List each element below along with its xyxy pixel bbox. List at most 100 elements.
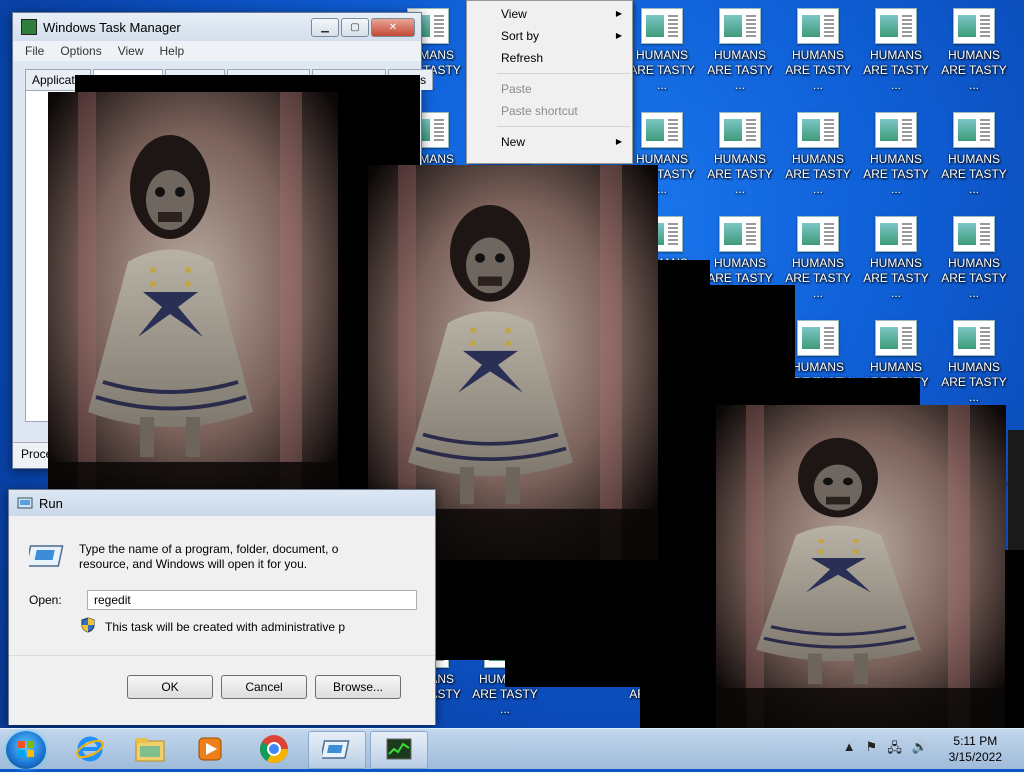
desktop-icon-humans-are-tasty[interactable]: HUMANSARE TASTY ... (780, 104, 856, 204)
desktop-icon-humans-are-tasty[interactable]: HUMANSARE TASTY ... (702, 104, 778, 204)
menu-item-paste[interactable]: Paste (467, 78, 632, 100)
maximize-button[interactable]: ▢ (341, 17, 369, 37)
show-hidden-icons[interactable]: ▲ (843, 739, 856, 761)
desktop-icon-label-line1: HUMANS (947, 48, 1000, 62)
desktop-icon-label-line1: HUMANS (869, 360, 922, 374)
task-manager-menubar: File Options View Help (13, 41, 421, 61)
clock-date: 3/15/2022 (948, 750, 1002, 764)
desktop-icon-label-line2: ARE TASTY ... (707, 167, 773, 196)
desktop-icon-label-line2: ARE TASTY ... (785, 167, 851, 196)
system-tray: ▲ ⚑ 🖧 🔊 (843, 739, 928, 761)
menu-separator (497, 126, 630, 127)
menu-item-paste-label: Paste (501, 82, 532, 96)
uac-shield-icon (81, 617, 95, 633)
menu-options[interactable]: Options (60, 44, 101, 58)
document-icon (719, 112, 761, 148)
admin-note: This task will be created with administr… (105, 620, 346, 634)
menu-item-paste-shortcut[interactable]: Paste shortcut (467, 100, 632, 122)
doll-picture (716, 405, 1006, 730)
open-label: Open: (29, 593, 62, 607)
desktop-context-menu[interactable]: View ▶ Sort by ▶ Refresh Paste Paste short… (466, 0, 633, 164)
menu-item-sort-by[interactable]: Sort by ▶ (467, 25, 632, 47)
task-manager-titlebar[interactable]: Windows Task Manager ▁ ▢ ✕ (13, 13, 421, 41)
desktop-icon-label: HUMANSARE TASTY ... (780, 48, 856, 93)
desktop-icon-label-line2: ARE TASTY ... (629, 63, 695, 92)
menu-separator (497, 73, 630, 74)
desktop-icon-humans-are-tasty[interactable]: HUMANSARE TASTY ... (702, 0, 778, 100)
menu-view[interactable]: View (118, 44, 144, 58)
taskbar-media-player[interactable] (182, 731, 238, 767)
open-input[interactable] (87, 590, 417, 610)
desktop-icon-label-line2: ARE TASTY ... (707, 63, 773, 92)
start-button[interactable] (6, 731, 46, 769)
menu-item-new[interactable]: New ▶ (467, 131, 632, 153)
desktop-icon-humans-are-tasty[interactable]: HUMANSARE TASTY ... (858, 0, 934, 100)
document-icon (875, 112, 917, 148)
desktop-icon-humans-are-tasty[interactable]: HUMANSARE TASTY ... (780, 0, 856, 100)
desktop-icon-humans-are-tasty[interactable]: HUMANSARE TASTY ... (624, 0, 700, 100)
desktop-icon-label-line2: ARE TASTY ... (863, 167, 929, 196)
network-icon[interactable]: 🖧 (887, 739, 902, 761)
close-button[interactable]: ✕ (371, 17, 415, 37)
taskbar-run[interactable] (308, 731, 366, 769)
submenu-arrow-icon: ▶ (615, 9, 622, 18)
desktop-icon-humans-are-tasty[interactable]: HUMANSARE TASTY ... (936, 312, 1012, 412)
desktop-icon-humans-are-tasty[interactable]: HUMANSARE TASTY ... (858, 104, 934, 204)
cancel-button[interactable]: Cancel (221, 675, 307, 699)
menu-item-refresh[interactable]: Refresh (467, 47, 632, 69)
desktop-icon-label-line1: HUMANS (713, 152, 766, 166)
submenu-arrow-icon: ▶ (615, 137, 622, 146)
taskbar-task-manager[interactable] (370, 731, 428, 769)
taskbar-explorer[interactable] (122, 731, 178, 767)
black-popup-panel (1005, 550, 1024, 730)
taskbar-chrome[interactable] (246, 731, 302, 767)
browse-button[interactable]: Browse... (315, 675, 401, 699)
clock[interactable]: 5:11 PM 3/15/2022 (949, 733, 1002, 765)
media-player-icon (198, 737, 222, 761)
document-icon (719, 216, 761, 252)
desktop-icon-label: HUMANSARE TASTY ... (858, 152, 934, 197)
document-icon (875, 8, 917, 44)
ok-button[interactable]: OK (127, 675, 213, 699)
creepy-doll-image[interactable] (716, 405, 1006, 730)
taskbar: ▲ ⚑ 🖧 🔊 5:11 PM 3/15/2022 (0, 728, 1024, 769)
menu-item-new-label: New (501, 135, 526, 149)
desktop-icon-label-line1: HUMANS (791, 152, 844, 166)
run-dialog[interactable]: Run Type the name of a program, folder, … (8, 489, 436, 725)
folder-icon (135, 738, 165, 762)
minimize-button[interactable]: ▁ (311, 17, 339, 37)
run-description-line2: resource, and Windows will open it for y… (79, 557, 308, 571)
run-description: Type the name of a program, folder, docu… (79, 542, 424, 572)
run-title: Run (39, 495, 63, 511)
desktop-icon-label-line1: HUMANS (947, 360, 1000, 374)
desktop-icon-label: HUMANSARE TASTY ... (936, 256, 1012, 301)
task-manager-icon (21, 19, 37, 35)
document-icon (953, 8, 995, 44)
document-icon (719, 8, 761, 44)
document-icon (875, 320, 917, 356)
desktop-icon-humans-are-tasty[interactable]: HUMANSARE TASTY ... (858, 208, 934, 308)
volume-icon[interactable]: 🔊 (912, 739, 928, 761)
run-description-line1: Type the name of a program, folder, docu… (79, 542, 339, 556)
desktop-icon-humans-are-tasty[interactable]: HUMANSARE TASTY ... (936, 0, 1012, 100)
menu-file[interactable]: File (25, 44, 44, 58)
desktop-icon-label-line1: HUMANS (947, 152, 1000, 166)
document-icon (797, 216, 839, 252)
menu-item-view[interactable]: View ▶ (467, 3, 632, 25)
desktop-icon-label: HUMANSARE TASTY ... (858, 48, 934, 93)
run-program-icon (29, 545, 64, 567)
submenu-arrow-icon: ▶ (615, 31, 622, 40)
desktop-icon-humans-are-tasty[interactable]: HUMANSARE TASTY ... (936, 208, 1012, 308)
document-icon (641, 8, 683, 44)
run-icon (17, 497, 33, 509)
desktop-icon-label: HUMANSARE TASTY ... (858, 256, 934, 301)
action-center-flag-icon[interactable]: ⚑ (866, 739, 878, 761)
run-titlebar[interactable]: Run (9, 490, 435, 516)
desktop-icon-label-line1: HUMANS (869, 152, 922, 166)
desktop-icon-label-line1: HUMANS (791, 48, 844, 62)
desktop-icon-humans-are-tasty[interactable]: HUMANSARE TASTY ... (936, 104, 1012, 204)
creepy-doll-image[interactable] (48, 92, 338, 517)
menu-item-sort-by-label: Sort by (501, 29, 540, 43)
menu-help[interactable]: Help (160, 44, 185, 58)
taskbar-internet-explorer[interactable] (62, 731, 118, 767)
